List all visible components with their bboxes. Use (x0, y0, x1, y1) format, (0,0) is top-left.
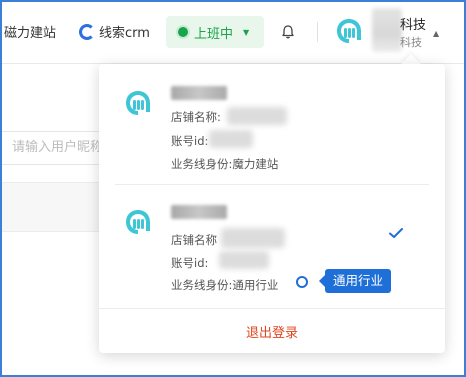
shop-name-redacted (227, 107, 287, 125)
account-id-redacted (209, 130, 253, 148)
shop-name-label: 店铺名称 (171, 233, 217, 247)
account-item[interactable]: 店铺名称: 账号id: 业务线身份:魔力建站 (99, 64, 445, 184)
account-id-label: 账号id: (171, 256, 209, 270)
logout-button[interactable]: 退出登录 (99, 322, 445, 341)
work-status-dropdown[interactable]: 上班中 ▼ (166, 16, 264, 48)
account-item-selected[interactable]: 店铺名称 账号id: 业务线身份:通用行业 通用行业 (99, 185, 445, 307)
caret-down-icon: ▼ (243, 27, 250, 37)
logout-separator (99, 308, 445, 309)
business-role-label: 业务线身份: (171, 278, 233, 292)
top-bar: 磁力建站 线索crm 上班中 ▼ 科技 科技 ▲ (0, 0, 466, 64)
account-id-redacted (219, 251, 269, 269)
account-caret-up-icon[interactable]: ▲ (433, 29, 439, 38)
brand-logo-icon[interactable] (336, 18, 362, 44)
checkmark-icon (389, 228, 403, 238)
search-input[interactable]: 请输入用户昵称 (0, 131, 110, 165)
account-id-label: 账号id: (171, 134, 209, 148)
shop-name-label: 店铺名称: (171, 110, 221, 124)
business-role-value: 魔力建站 (232, 157, 279, 171)
work-status-label: 上班中 (194, 26, 234, 42)
account-logo-icon (126, 210, 150, 234)
company-name[interactable]: 科技 (400, 14, 426, 33)
company-subtitle: 科技 (400, 36, 422, 49)
account-name-redacted (171, 205, 227, 219)
business-role-label: 业务线身份: (171, 157, 233, 171)
company-avatar-redacted (372, 8, 402, 52)
crm-logo-icon (79, 23, 95, 40)
nav-link-crm[interactable]: 线索crm (79, 22, 150, 41)
business-role: 业务线身份:通用行业 (171, 277, 278, 293)
bell-icon[interactable] (280, 24, 296, 40)
account-name-redacted (171, 86, 227, 100)
nav-link-crm-label: 线索crm (99, 26, 150, 41)
business-role: 业务线身份:魔力建站 (171, 156, 278, 172)
annotation-circle-icon (296, 276, 308, 288)
shop-name-redacted (221, 228, 285, 248)
account-switcher-dropdown: 店铺名称: 账号id: 业务线身份:魔力建站 店铺名称 账号id: 业务线身份:… (99, 64, 445, 353)
industry-tooltip: 通用行业 (318, 269, 392, 293)
table-header-band (0, 182, 110, 232)
status-dot-icon (178, 27, 188, 37)
account-logo-icon (126, 91, 150, 115)
business-role-value: 通用行业 (232, 278, 279, 292)
nav-link-cili-jianzhan[interactable]: 磁力建站 (4, 22, 56, 41)
header-divider (317, 22, 318, 42)
